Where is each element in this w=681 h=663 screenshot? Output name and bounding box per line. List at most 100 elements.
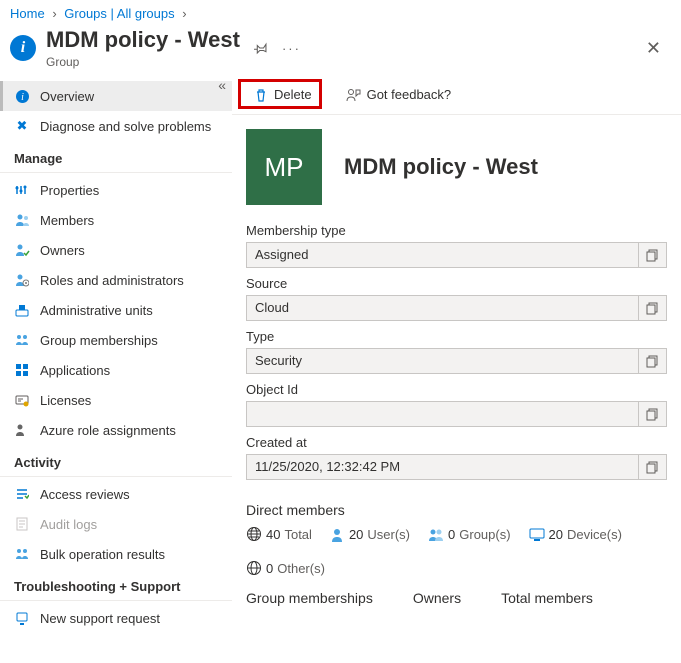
- sidebar-item-label: Members: [40, 213, 94, 228]
- sidebar-item-label: Licenses: [40, 393, 91, 408]
- sidebar-item-bulk-results[interactable]: Bulk operation results: [0, 539, 232, 569]
- sidebar-item-label: Owners: [40, 243, 85, 258]
- direct-members-stats: 40 Total 20 User(s) 0 Group(s) 20 Device…: [232, 524, 681, 578]
- sidebar-section-activity: Activity: [0, 445, 232, 477]
- licenses-icon: [14, 392, 30, 408]
- more-icon[interactable]: ···: [282, 41, 301, 56]
- info-icon: i: [14, 88, 30, 104]
- sidebar-item-label: Administrative units: [40, 303, 153, 318]
- sidebar-item-support[interactable]: New support request: [0, 603, 232, 633]
- sidebar-item-azure-roles[interactable]: Azure role assignments: [0, 415, 232, 445]
- sidebar-item-access-reviews[interactable]: Access reviews: [0, 479, 232, 509]
- owners-icon: [14, 242, 30, 258]
- chevron-right-icon: ›: [178, 6, 190, 21]
- info-icon: i: [10, 35, 36, 61]
- sidebar-item-licenses[interactable]: Licenses: [0, 385, 232, 415]
- sidebar-item-admin-units[interactable]: Administrative units: [0, 295, 232, 325]
- breadcrumb-home[interactable]: Home: [10, 6, 45, 21]
- group-title: MDM policy - West: [344, 154, 538, 180]
- copy-icon[interactable]: [638, 455, 666, 479]
- stat-others[interactable]: 0 Other(s): [246, 560, 325, 576]
- owners-heading: Owners: [413, 590, 461, 606]
- wrench-icon: ✖: [14, 118, 30, 134]
- stat-groups-label: Group(s): [459, 527, 510, 542]
- azure-roles-icon: [14, 422, 30, 438]
- globe-icon: [246, 560, 262, 576]
- group-memberships-icon: [14, 332, 30, 348]
- sidebar-item-label: Group memberships: [40, 333, 158, 348]
- close-icon[interactable]: ✕: [642, 34, 665, 63]
- stat-users[interactable]: 20 User(s): [330, 527, 410, 542]
- group-memberships-heading: Group memberships: [246, 590, 373, 606]
- stat-total[interactable]: 40 Total: [246, 526, 312, 542]
- sidebar-section-troubleshoot: Troubleshooting + Support: [0, 569, 232, 601]
- total-members-heading: Total members: [501, 590, 593, 606]
- feedback-button-label: Got feedback?: [367, 87, 452, 102]
- sidebar-item-label: Audit logs: [40, 517, 97, 532]
- admin-units-icon: [14, 302, 30, 318]
- copy-icon[interactable]: [638, 243, 666, 267]
- chevron-right-icon: ›: [48, 6, 60, 21]
- sidebar-item-label: Properties: [40, 183, 99, 198]
- collapse-sidebar-icon[interactable]: «: [218, 77, 226, 93]
- group-icon: [428, 527, 444, 542]
- sidebar-item-applications[interactable]: Applications: [0, 355, 232, 385]
- breadcrumb-groups[interactable]: Groups | All groups: [64, 6, 174, 21]
- stat-devices-number: 20: [549, 527, 563, 542]
- sidebar-item-label: Roles and administrators: [40, 273, 184, 288]
- roles-icon: [14, 272, 30, 288]
- copy-icon[interactable]: [638, 402, 666, 426]
- svg-text:i: i: [21, 92, 24, 103]
- sidebar: « i Overview ✖ Diagnose and solve proble…: [0, 77, 232, 633]
- sidebar-section-manage: Manage: [0, 141, 232, 173]
- created-value: 11/25/2020, 12:32:42 PM: [247, 455, 638, 479]
- stat-total-label: Total: [284, 527, 311, 542]
- applications-icon: [14, 362, 30, 378]
- copy-icon[interactable]: [638, 296, 666, 320]
- sidebar-item-properties[interactable]: Properties: [0, 175, 232, 205]
- support-icon: [14, 610, 30, 626]
- sidebar-item-label: Diagnose and solve problems: [40, 119, 211, 134]
- access-reviews-icon: [14, 486, 30, 502]
- created-label: Created at: [246, 435, 667, 450]
- stat-users-number: 20: [349, 527, 363, 542]
- device-icon: [529, 527, 545, 541]
- sidebar-item-audit-logs[interactable]: Audit logs: [0, 509, 232, 539]
- bulk-results-icon: [14, 546, 30, 562]
- sidebar-item-label: Overview: [40, 89, 94, 104]
- sidebar-item-label: New support request: [40, 611, 160, 626]
- page-titlebar: i MDM policy - West Group ··· ✕: [0, 23, 681, 77]
- stat-groups[interactable]: 0 Group(s): [428, 527, 511, 542]
- stat-others-number: 0: [266, 561, 273, 576]
- delete-button[interactable]: Delete: [246, 83, 320, 106]
- trash-icon: [254, 88, 268, 102]
- membership-type-value: Assigned: [247, 243, 638, 267]
- sidebar-item-group-memberships[interactable]: Group memberships: [0, 325, 232, 355]
- objectid-label: Object Id: [246, 382, 667, 397]
- direct-members-heading: Direct members: [232, 484, 681, 524]
- copy-icon[interactable]: [638, 349, 666, 373]
- source-label: Source: [246, 276, 667, 291]
- sidebar-item-owners[interactable]: Owners: [0, 235, 232, 265]
- feedback-button[interactable]: Got feedback?: [338, 83, 460, 106]
- sidebar-item-label: Access reviews: [40, 487, 130, 502]
- stat-groups-number: 0: [448, 527, 455, 542]
- stat-users-label: User(s): [367, 527, 410, 542]
- stat-devices[interactable]: 20 Device(s): [529, 527, 622, 542]
- page-subtitle: Group: [46, 55, 240, 69]
- content-pane: Delete Got feedback? MP MDM policy - Wes…: [232, 77, 681, 633]
- members-icon: [14, 212, 30, 228]
- type-label: Type: [246, 329, 667, 344]
- pin-icon[interactable]: [254, 41, 268, 55]
- type-value: Security: [247, 349, 638, 373]
- sidebar-item-diagnose[interactable]: ✖ Diagnose and solve problems: [0, 111, 232, 141]
- sidebar-item-overview[interactable]: i Overview: [0, 81, 232, 111]
- sidebar-item-roles[interactable]: Roles and administrators: [0, 265, 232, 295]
- stat-total-number: 40: [266, 527, 280, 542]
- sidebar-item-label: Bulk operation results: [40, 547, 165, 562]
- membership-type-label: Membership type: [246, 223, 667, 238]
- sidebar-item-members[interactable]: Members: [0, 205, 232, 235]
- stat-devices-label: Device(s): [567, 527, 622, 542]
- group-avatar: MP: [246, 129, 322, 205]
- audit-logs-icon: [14, 516, 30, 532]
